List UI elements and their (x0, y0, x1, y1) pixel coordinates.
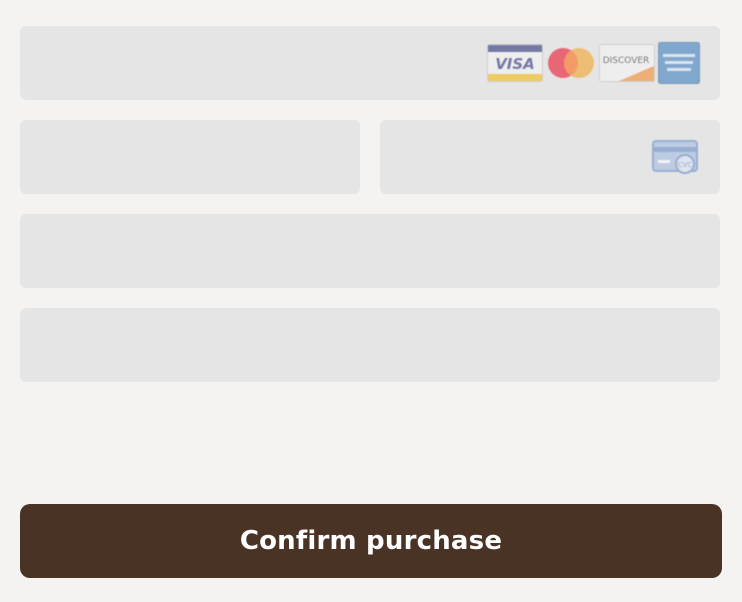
discover-card-icon: DISCOVER (599, 44, 655, 82)
discover-text: DISCOVER (603, 56, 650, 66)
amex-card-icon (658, 42, 700, 84)
cvc-card-icon: CVC (652, 140, 698, 174)
cardholder-name-input[interactable] (20, 214, 720, 288)
confirm-purchase-button[interactable]: Confirm purchase (20, 504, 722, 578)
postal-code-input[interactable] (20, 308, 720, 382)
payment-form: VISA DISCOVER CVC Confirm purchase (0, 0, 742, 602)
cvc-icon-label: CVC (678, 161, 693, 169)
mastercard-icon (548, 48, 594, 78)
expiry-date-input[interactable] (20, 120, 360, 194)
visa-card-icon: VISA (487, 44, 543, 82)
visa-text: VISA (495, 55, 535, 73)
card-brand-logos: VISA DISCOVER (487, 42, 700, 84)
